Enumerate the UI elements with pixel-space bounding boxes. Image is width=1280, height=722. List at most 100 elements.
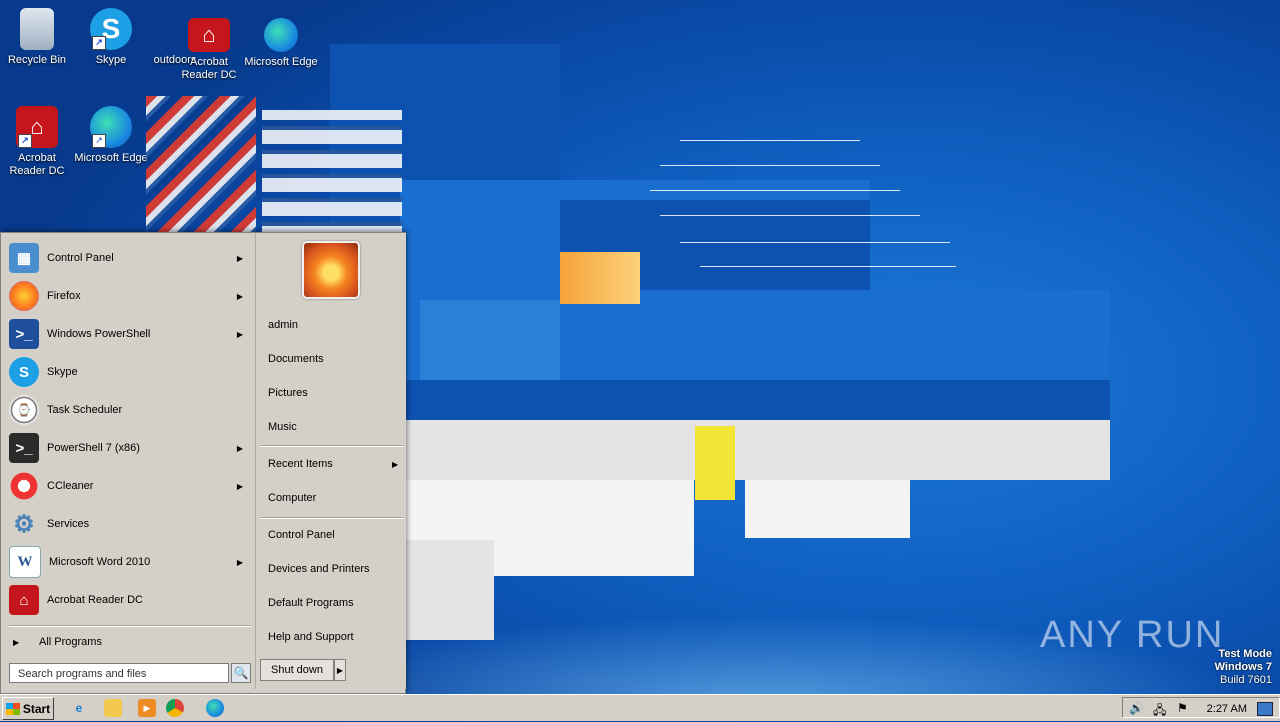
start-item-label: Acrobat Reader DC: [47, 594, 143, 606]
link-documents[interactable]: Documents: [268, 353, 324, 365]
start-item-powershell-7[interactable]: >_ PowerShell 7 (x86) ▶: [9, 431, 251, 465]
show-desktop-icon[interactable]: [1257, 702, 1273, 716]
flag-icon[interactable]: ⚑: [1177, 701, 1188, 715]
anyrun-watermark: ANY RUN: [1040, 614, 1225, 656]
shortcut-arrow-icon: ↗: [92, 134, 106, 148]
start-item-skype[interactable]: S Skype: [9, 355, 251, 389]
gear-icon: ⚙: [13, 510, 35, 538]
start-item-label: PowerShell 7 (x86): [47, 442, 140, 454]
desktop-icon-edge[interactable]: ↗ Microsoft Edge: [74, 106, 148, 165]
start-item-label: Services: [47, 518, 90, 530]
acrobat-icon: ⌂: [188, 18, 230, 52]
desktop-icon-label: Skype: [95, 54, 127, 66]
glitch-word-icons: [262, 110, 402, 240]
link-pictures[interactable]: Pictures: [268, 387, 308, 399]
start-item-label: Skype: [47, 366, 78, 378]
explorer-folder-icon[interactable]: [104, 699, 122, 717]
desktop-icon-edge-ghost[interactable]: Microsoft Edge: [244, 18, 318, 69]
shortcut-arrow-icon: ↗: [18, 134, 32, 148]
clock[interactable]: 2:27 AM: [1207, 703, 1247, 715]
link-admin[interactable]: admin: [268, 319, 298, 331]
start-item-ccleaner[interactable]: CCleaner ▶: [9, 469, 251, 503]
desktop-icon-label: Recycle Bin: [7, 54, 67, 66]
glitch-band: [745, 480, 910, 538]
desktop-icon-skype[interactable]: S ↗ Skype: [74, 8, 148, 67]
link-devices-and-printers[interactable]: Devices and Printers: [268, 563, 370, 575]
start-item-windows-powershell[interactable]: >_ Windows PowerShell ▶: [9, 317, 251, 351]
start-menu-programs-pane: ▦ Control Panel ▶ Firefox ▶ >_ Windows P…: [3, 235, 253, 689]
start-item-services[interactable]: ⚙ Services: [9, 507, 251, 541]
desktop-icon-recycle-bin[interactable]: Recycle Bin: [0, 8, 74, 67]
link-help-and-support[interactable]: Help and Support: [268, 631, 354, 643]
chrome-icon[interactable]: [166, 699, 184, 717]
start-item-word-2010[interactable]: W Microsoft Word 2010 ▶: [9, 545, 251, 579]
triangle-right-icon: ▶: [13, 637, 20, 647]
separator: [9, 625, 251, 627]
skype-icon: S ↗: [90, 8, 132, 50]
submenu-arrow-icon: ▶: [236, 329, 243, 339]
submenu-arrow-icon: ▶: [236, 253, 243, 263]
start-item-label: Firefox: [47, 290, 81, 302]
glitch-line: [700, 266, 956, 267]
start-item-label: CCleaner: [47, 480, 94, 492]
start-menu-places-pane: admin Documents Pictures Music Recent It…: [255, 233, 406, 689]
link-default-programs[interactable]: Default Programs: [268, 597, 354, 609]
acrobat-icon: ⌂ ↗: [16, 106, 58, 148]
separator: [260, 445, 404, 447]
shutdown-button[interactable]: Shut down: [260, 659, 334, 681]
system-tray: 🔊 🖧 ⚑ 2:27 AM: [1122, 697, 1280, 718]
network-icon[interactable]: 🖧: [1153, 701, 1166, 722]
start-item-task-scheduler[interactable]: ⌚ Task Scheduler: [9, 393, 251, 427]
start-button[interactable]: Start: [2, 697, 54, 720]
submenu-arrow-icon: ▶: [392, 460, 399, 469]
start-item-label: Control Panel: [47, 252, 114, 264]
link-control-panel[interactable]: Control Panel: [268, 529, 335, 541]
glitch-line: [680, 140, 860, 141]
submenu-arrow-icon: ▶: [236, 557, 243, 567]
submenu-arrow-icon: ▶: [236, 481, 243, 491]
link-recent-items[interactable]: Recent Items: [268, 458, 333, 470]
glitch-band: [404, 540, 494, 640]
desktop-icon-label: Microsoft Edge: [244, 56, 318, 68]
start-item-label: Windows PowerShell: [47, 328, 151, 340]
start-item-label: Microsoft Word 2010: [49, 556, 151, 568]
glitch-band: [560, 252, 640, 304]
glitch-line: [660, 165, 880, 166]
powershell-icon: >_: [9, 319, 39, 349]
glitch-ccleaner-icons: [146, 96, 256, 236]
control-panel-icon: ▦: [9, 243, 39, 273]
media-player-icon[interactable]: ▶: [138, 699, 156, 717]
submenu-arrow-icon: ▶: [236, 443, 243, 453]
glitch-line: [680, 242, 950, 243]
edge-icon: [264, 18, 298, 52]
edge-icon: ↗: [90, 106, 132, 148]
ie-icon[interactable]: e: [70, 699, 88, 717]
taskbar: Start e ▶ 🔊 🖧 ⚑ 2:27 AM: [0, 694, 1280, 721]
desktop-icon-label: Acrobat Reader DC: [181, 56, 237, 81]
link-music[interactable]: Music: [268, 421, 297, 433]
edge-icon[interactable]: [206, 699, 224, 717]
search-icon[interactable]: 🔍: [231, 663, 251, 683]
glitch-band: [404, 420, 1110, 480]
start-item-firefox[interactable]: Firefox ▶: [9, 279, 251, 313]
desktop-icon-label: Acrobat Reader DC: [9, 152, 65, 177]
volume-icon[interactable]: 🔊: [1129, 701, 1144, 715]
shutdown-options-arrow-icon[interactable]: ▶: [334, 659, 346, 681]
desktop-icon-acrobat-ghost[interactable]: ⌂ Acrobat Reader DC: [172, 18, 246, 82]
link-computer[interactable]: Computer: [268, 492, 316, 504]
glitch-band: [420, 300, 560, 380]
start-item-label: Task Scheduler: [47, 404, 123, 416]
watermark-line2: Windows 7: [1214, 661, 1272, 673]
all-programs-button[interactable]: ▶ All Programs: [9, 629, 251, 655]
search-input[interactable]: Search programs and files: [9, 663, 229, 683]
word-icon: W: [9, 546, 41, 578]
user-picture-avatar[interactable]: [302, 241, 360, 299]
skype-icon: S: [9, 357, 39, 387]
glitch-band: [695, 426, 735, 500]
windows-logo-icon: [5, 702, 20, 715]
start-item-control-panel[interactable]: ▦ Control Panel ▶: [9, 241, 251, 275]
start-item-acrobat[interactable]: ⌂ Acrobat Reader DC: [9, 583, 251, 617]
desktop-icon-acrobat[interactable]: ⌂ ↗ Acrobat Reader DC: [0, 106, 74, 178]
recycle-bin-icon: [20, 8, 54, 50]
shortcut-arrow-icon: ↗: [92, 36, 106, 50]
